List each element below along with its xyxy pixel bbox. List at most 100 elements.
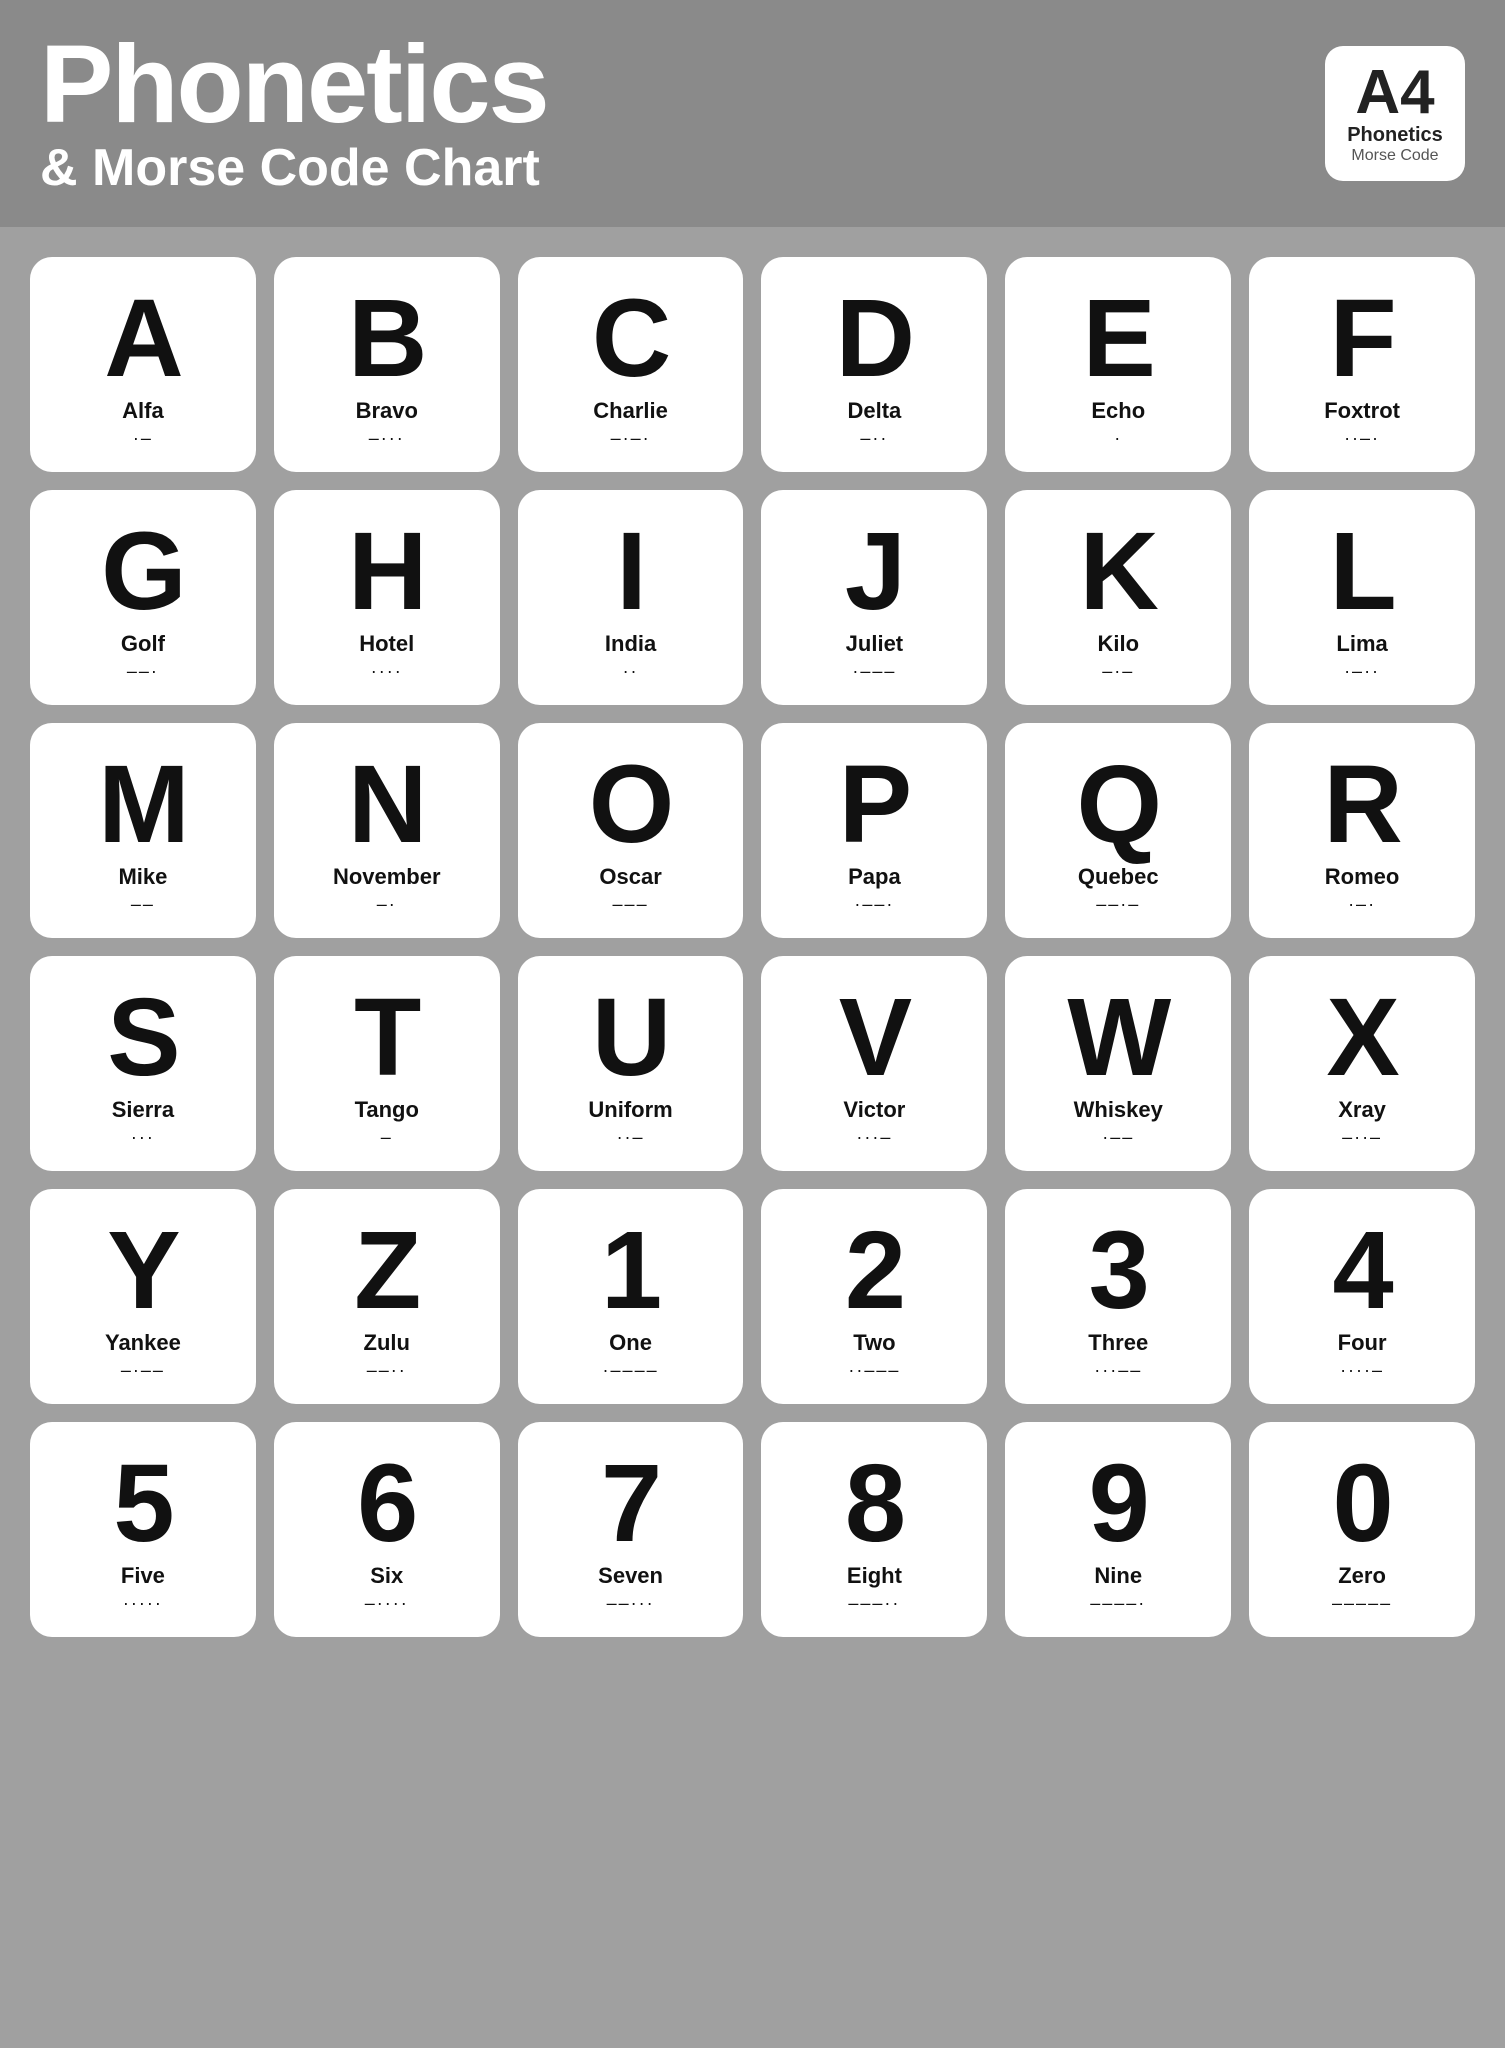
card-morse: ––––· (1090, 1593, 1146, 1614)
card-letter: A (104, 284, 181, 394)
card-name: Delta (848, 398, 902, 424)
phonetic-card-c: C Charlie –·–· (518, 257, 744, 472)
card-letter: 1 (601, 1216, 660, 1326)
card-name: Uniform (588, 1097, 672, 1123)
card-morse: ·–· (1348, 894, 1376, 915)
card-letter: Y (107, 1216, 178, 1326)
card-name: Charlie (593, 398, 668, 424)
card-name: One (609, 1330, 652, 1356)
card-morse: –– (131, 894, 155, 915)
card-letter: D (836, 284, 913, 394)
badge-a4-label: A4 (1347, 62, 1443, 124)
card-name: November (333, 864, 441, 890)
card-name: Kilo (1097, 631, 1139, 657)
card-letter: 2 (845, 1216, 904, 1326)
card-name: Zulu (364, 1330, 410, 1356)
card-name: Quebec (1078, 864, 1159, 890)
card-morse: ––·· (367, 1360, 407, 1381)
card-morse: ···· (371, 661, 403, 682)
card-morse: ––· (127, 661, 159, 682)
card-morse: ····– (1340, 1360, 1384, 1381)
card-letter: 6 (357, 1449, 416, 1559)
phonetic-card-6: 6 Six –···· (274, 1422, 500, 1637)
card-letter: E (1083, 284, 1154, 394)
card-letter: R (1323, 750, 1400, 860)
card-letter: V (839, 983, 910, 1093)
card-letter: W (1067, 983, 1169, 1093)
card-letter: 8 (845, 1449, 904, 1559)
phonetic-card-q: Q Quebec ––·– (1005, 723, 1231, 938)
card-morse: ····· (123, 1593, 163, 1614)
card-letter: 7 (601, 1449, 660, 1559)
card-morse: · (1114, 428, 1122, 449)
card-morse: –·– (1102, 661, 1134, 682)
card-name: Bravo (356, 398, 418, 424)
card-morse: –···· (365, 1593, 409, 1614)
card-letter: J (845, 517, 904, 627)
card-letter: U (592, 983, 669, 1093)
card-morse: –––·· (848, 1593, 900, 1614)
card-name: Eight (847, 1563, 902, 1589)
card-letter: P (839, 750, 910, 860)
card-morse: ·· (623, 661, 639, 682)
card-letter: 9 (1089, 1449, 1148, 1559)
card-morse: ··– (617, 1127, 645, 1148)
main-title: Phonetics (40, 30, 548, 140)
badge-morse-label: Morse Code (1347, 147, 1443, 165)
phonetic-card-9: 9 Nine ––––· (1005, 1422, 1231, 1637)
card-morse: –·–· (611, 428, 651, 449)
card-letter: X (1326, 983, 1397, 1093)
phonetic-card-x: X Xray –··– (1249, 956, 1475, 1171)
card-morse: ·– (133, 428, 153, 449)
phonetic-card-p: P Papa ·––· (761, 723, 987, 938)
card-letter: 0 (1332, 1449, 1391, 1559)
phonetic-card-a: A Alfa ·– (30, 257, 256, 472)
card-letter: H (348, 517, 425, 627)
card-morse: ––··· (607, 1593, 655, 1614)
card-morse: ···–– (1094, 1360, 1142, 1381)
card-letter: K (1080, 517, 1157, 627)
phonetic-card-w: W Whiskey ·–– (1005, 956, 1231, 1171)
card-name: Four (1338, 1330, 1387, 1356)
card-morse: ·–– (1102, 1127, 1134, 1148)
card-letter: F (1329, 284, 1394, 394)
card-morse: –··· (369, 428, 405, 449)
phonetic-card-7: 7 Seven ––··· (518, 1422, 744, 1637)
phonetic-card-f: F Foxtrot ··–· (1249, 257, 1475, 472)
card-name: Romeo (1325, 864, 1400, 890)
card-name: Papa (848, 864, 901, 890)
card-morse: –·· (860, 428, 888, 449)
phonetic-card-4: 4 Four ····– (1249, 1189, 1475, 1404)
card-morse: ··––– (848, 1360, 900, 1381)
phonetic-card-2: 2 Two ··––– (761, 1189, 987, 1404)
card-morse: –··– (1342, 1127, 1382, 1148)
card-morse: ––·– (1096, 894, 1140, 915)
phonetic-card-l: L Lima ·–·· (1249, 490, 1475, 705)
card-name: Alfa (122, 398, 164, 424)
phonetic-card-i: I India ·· (518, 490, 744, 705)
phonetic-card-s: S Sierra ··· (30, 956, 256, 1171)
card-letter: S (107, 983, 178, 1093)
card-letter: 4 (1332, 1216, 1391, 1326)
card-morse: ··· (131, 1127, 155, 1148)
card-name: Whiskey (1074, 1097, 1163, 1123)
card-morse: ·––· (854, 894, 894, 915)
card-name: India (605, 631, 656, 657)
card-name: Mike (118, 864, 167, 890)
card-name: Foxtrot (1324, 398, 1400, 424)
card-morse: ––––– (1332, 1593, 1392, 1614)
card-morse: ––– (613, 894, 649, 915)
phonetic-card-8: 8 Eight –––·· (761, 1422, 987, 1637)
card-name: Lima (1336, 631, 1387, 657)
phonetic-card-e: E Echo · (1005, 257, 1231, 472)
card-letter: L (1329, 517, 1394, 627)
card-name: Tango (355, 1097, 419, 1123)
card-letter: T (354, 983, 419, 1093)
phonetic-card-5: 5 Five ····· (30, 1422, 256, 1637)
phonetic-card-o: O Oscar ––– (518, 723, 744, 938)
card-morse: –· (377, 894, 397, 915)
card-name: Echo (1091, 398, 1145, 424)
badge-phonetics-label: Phonetics (1347, 124, 1443, 147)
phonetic-card-d: D Delta –·· (761, 257, 987, 472)
header: Phonetics & Morse Code Chart A4 Phonetic… (0, 0, 1505, 227)
